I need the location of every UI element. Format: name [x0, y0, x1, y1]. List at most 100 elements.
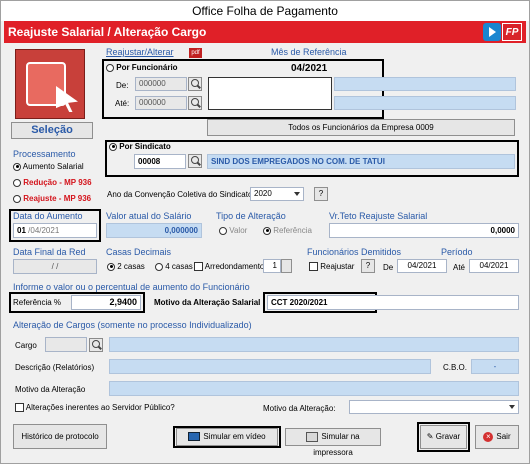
reajuste-mp-label: Reajuste - MP 936 [23, 194, 92, 203]
ano-convencao-label: Ano da Convenção Coletiva do Sindicato: [107, 190, 255, 199]
selection-illustration-icon [15, 49, 85, 119]
reducao-label: Redução - MP 936 [23, 178, 92, 187]
teto-label: Vr.Teto Reajuste Salarial [329, 211, 428, 221]
descricao-label: Descrição (Relatórios) [15, 363, 95, 372]
por-sindicato-label: Por Sindicato [119, 142, 171, 151]
valor-atual-field: 0,000000 [106, 223, 202, 238]
arredondamento-check[interactable]: Arredondamento [194, 262, 265, 272]
cargos-title: Alteração de Cargos (somente no processo… [13, 320, 252, 330]
header-bar: Reajuste Salarial / Alteração Cargo FP [4, 21, 526, 43]
todos-funcionarios-button[interactable]: Todos os Funcionários da Empresa 0009 [207, 119, 515, 136]
motivo2-label: Motivo da Alteração: [263, 404, 336, 413]
reducao-radio[interactable]: Redução - MP 936 [13, 178, 92, 187]
referencia-field[interactable]: 2,9400 [71, 295, 141, 310]
arredondamento-spinner[interactable] [281, 259, 292, 273]
casas-decimais-label: Casas Decimais [106, 247, 172, 257]
data-aumento-label: Data do Aumento [13, 211, 83, 221]
de-label: De: [116, 81, 129, 90]
data-aumento-rest: /04/2021 [28, 226, 60, 235]
selecao-button[interactable]: Seleção [11, 122, 93, 139]
gravar-button[interactable]: ✎ Gravar [420, 425, 467, 449]
periodo-ate-label: Até [453, 263, 466, 272]
chevron-down-icon [292, 189, 302, 199]
reajustar-label: Reajustar [320, 262, 355, 271]
motivo-alteracao-field[interactable] [109, 381, 519, 396]
printer-icon [306, 431, 319, 442]
mes-referencia-value: 04/2021 [291, 63, 328, 74]
mes-referencia-label: Mês de Referência [271, 47, 347, 57]
casas-4-label: 4 casas [165, 262, 193, 271]
ate-search-icon[interactable] [188, 96, 202, 110]
tipo-alteracao-label: Tipo de Alteração [216, 211, 286, 221]
simular-impressora-label: Simular na impressora [313, 432, 360, 457]
simular-impressora-button[interactable]: Simular na impressora [285, 428, 381, 457]
por-funcionario-label: Por Funcionário [116, 63, 178, 72]
cargo-name-field [109, 337, 519, 352]
data-final-label: Data Final da Red [13, 247, 86, 257]
motivo-salarial-field[interactable]: CCT 2020/2021 [267, 295, 519, 310]
processamento-label: Processamento [13, 149, 76, 159]
ano-convencao-select[interactable]: 2020 [250, 187, 304, 201]
periodo-ate-field[interactable]: 04/2021 [469, 259, 519, 273]
motivo-salarial-label: Motivo da Alteração Salarial [154, 298, 261, 307]
demitidos-help-button[interactable]: ? [361, 259, 375, 273]
close-icon: × [483, 431, 494, 442]
data-final-field[interactable]: / / [13, 259, 97, 274]
arredondamento-field[interactable]: 1 [263, 259, 281, 273]
inerentes-check[interactable]: Alterações inerentes ao Servidor Público… [15, 403, 175, 413]
reajustar-check[interactable]: Reajustar [309, 262, 355, 272]
reajustar-label: Reajustar/Alterar [106, 47, 174, 57]
sindicato-code-field[interactable]: 00008 [134, 154, 186, 169]
tipo-referencia-radio[interactable]: Referência [263, 226, 312, 235]
cargo-label: Cargo [15, 341, 37, 350]
periodo-de-field[interactable]: 04/2021 [397, 259, 447, 273]
por-sindicato-radio[interactable]: Por Sindicato [109, 142, 171, 151]
de-search-icon[interactable] [188, 77, 202, 91]
funcionario-ate-name [334, 96, 516, 110]
casas-4-radio[interactable]: 4 casas [155, 262, 193, 271]
inerentes-label: Alterações inerentes ao Servidor Público… [25, 403, 175, 412]
arredondamento-label: Arredondamento [204, 262, 265, 271]
ate-field[interactable]: 000000 [135, 96, 187, 110]
cargo-field[interactable] [45, 337, 87, 352]
casas-2-label: 2 casas [117, 262, 145, 271]
cargo-search-icon[interactable] [89, 338, 103, 352]
cbo-field: - [471, 359, 519, 374]
gravar-label: Gravar [435, 432, 461, 441]
historico-button[interactable]: Histórico de protocolo [13, 424, 107, 449]
play-icon[interactable] [483, 23, 501, 41]
casas-2-radio[interactable]: 2 casas [107, 262, 145, 271]
funcionario-name-box [208, 77, 332, 110]
cbo-label: C.B.O. [443, 363, 468, 372]
tipo-referencia-label: Referência [273, 226, 312, 235]
tipo-valor-radio[interactable]: Valor [219, 226, 247, 235]
por-funcionario-radio[interactable]: Por Funcionário [106, 63, 178, 72]
motivo-alteracao-label: Motivo da Alteração [15, 385, 86, 394]
app-window: Office Folha de Pagamento Reajuste Salar… [0, 0, 530, 464]
demitidos-label: Funcionários Demitidos [307, 247, 402, 257]
sindicato-name-field: SIND DOS EMPREGADOS NO COM. DE TATUI [207, 154, 515, 169]
percentual-title: Informe o valor ou o percentual de aumen… [13, 282, 250, 292]
de-field[interactable]: 000000 [135, 77, 187, 91]
sair-label: Sair [496, 432, 511, 441]
data-aumento-field[interactable]: 01 /04/2021 [13, 223, 97, 238]
motivo2-select[interactable] [349, 400, 519, 414]
ano-help-button[interactable]: ? [314, 187, 328, 201]
aumento-salarial-radio[interactable]: Aumento Salarial [13, 162, 84, 171]
aumento-salarial-label: Aumento Salarial [22, 162, 84, 171]
teto-field[interactable]: 0,0000 [329, 223, 519, 238]
chevron-down-icon [507, 402, 517, 412]
reajuste-mp-radio[interactable]: Reajuste - MP 936 [13, 194, 91, 203]
simular-video-button[interactable]: Simular em vídeo [176, 428, 278, 446]
periodo-label: Período [441, 247, 473, 257]
ate-label: Até: [115, 99, 130, 108]
pdf-icon[interactable]: pdf [189, 48, 202, 58]
descricao-field[interactable] [109, 359, 431, 374]
window-title: Office Folha de Pagamento [1, 1, 529, 21]
sair-button[interactable]: × Sair [475, 425, 519, 449]
data-aumento-day: 01 [17, 226, 26, 235]
periodo-de-label: De [383, 263, 394, 272]
monitor-icon [188, 432, 201, 442]
funcionario-de-name [334, 77, 516, 91]
sindicato-search-icon[interactable] [188, 154, 202, 168]
